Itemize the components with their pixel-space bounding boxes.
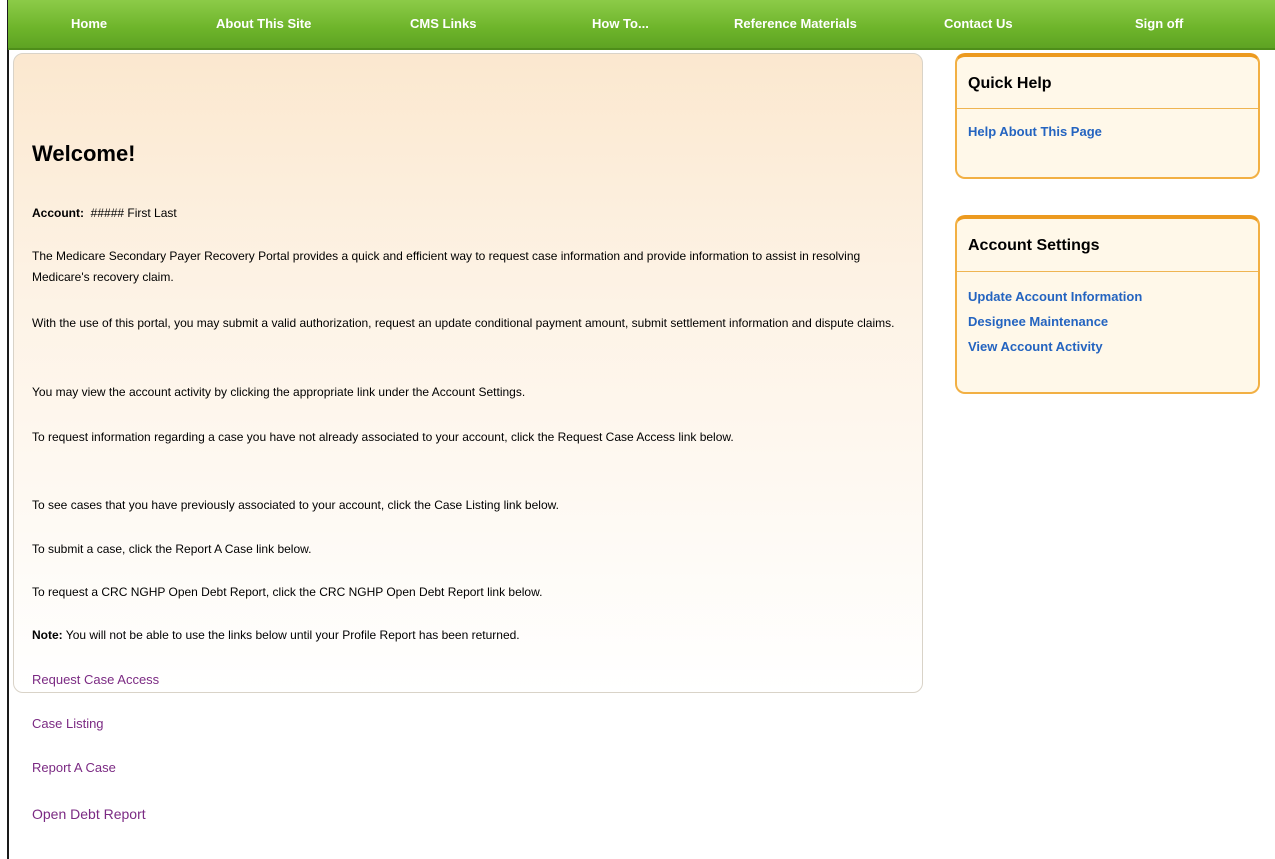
account-settings-divider [957,271,1258,272]
open-debt-report-link[interactable]: Open Debt Report [32,806,146,822]
nav-about-this-site[interactable]: About This Site [216,16,311,31]
account-value: ##### First Last [90,206,177,220]
page-title: Welcome! [32,141,136,166]
account-label: Account: [32,206,84,220]
intro-paragraph: The Medicare Secondary Payer Recovery Po… [32,249,861,284]
page-left-border [7,0,9,859]
case-listing-paragraph: To see cases that you have previously as… [32,498,559,512]
nav-contact-us[interactable]: Contact Us [944,16,1013,31]
note-text: You will not be able to use the links be… [65,628,520,642]
nav-reference-materials[interactable]: Reference Materials [734,16,857,31]
help-about-this-page-link[interactable]: Help About This Page [968,124,1102,139]
account-line: Account: ##### First Last [32,203,917,224]
open-debt-paragraph: To request a CRC NGHP Open Debt Report, … [32,585,543,599]
report-a-case-link[interactable]: Report A Case [32,760,116,775]
report-case-paragraph: To submit a case, click the Report A Cas… [32,542,312,556]
top-nav-bar: Home About This Site CMS Links How To...… [8,0,1275,50]
nav-how-to[interactable]: How To... [592,16,649,31]
account-settings-box: Account Settings Update Account Informat… [955,215,1260,394]
request-access-paragraph: To request information regarding a case … [32,430,734,444]
account-settings-title: Account Settings [968,237,1100,254]
nav-home[interactable]: Home [71,16,107,31]
update-account-information-link[interactable]: Update Account Information [968,289,1142,304]
quick-help-box: Quick Help Help About This Page [955,53,1260,179]
request-case-access-link[interactable]: Request Case Access [32,672,159,687]
designee-maintenance-link[interactable]: Designee Maintenance [968,314,1108,329]
quick-help-divider [957,108,1258,109]
portal-uses-paragraph: With the use of this portal, you may sub… [32,316,895,330]
view-account-activity-link[interactable]: View Account Activity [968,339,1103,354]
nav-cms-links[interactable]: CMS Links [410,16,476,31]
quick-help-title: Quick Help [968,75,1052,92]
case-listing-link[interactable]: Case Listing [32,716,104,731]
note-line: Note: You will not be able to use the li… [32,625,917,646]
nav-sign-off[interactable]: Sign off [1135,16,1183,31]
note-label: Note: [32,628,63,642]
account-activity-paragraph: You may view the account activity by cli… [32,385,526,399]
